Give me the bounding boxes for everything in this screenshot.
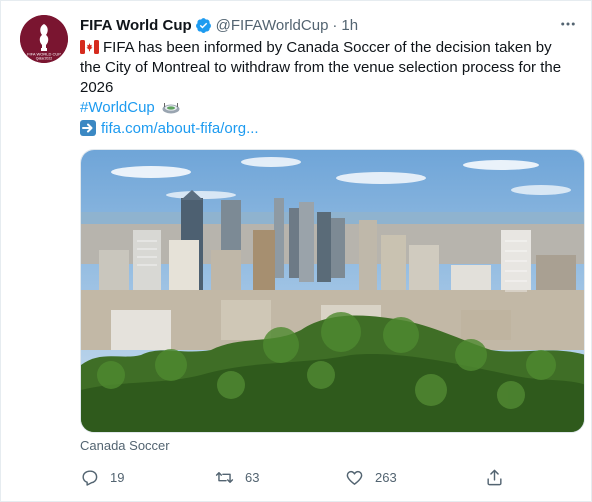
hashtag-link[interactable]: #WorldCup: [80, 99, 155, 116]
tweet-header: FIFA World Cup @FIFAWorldCup · 1h: [80, 14, 577, 36]
reply-icon: [82, 469, 98, 486]
like-icon: [346, 470, 363, 485]
tweet-timestamp[interactable]: 1h: [341, 17, 358, 34]
share-button[interactable]: [485, 463, 504, 491]
verified-icon: [195, 17, 211, 33]
avatar-subtext: Qatar2022: [36, 57, 53, 61]
like-button[interactable]: 263: [345, 463, 397, 491]
avatar[interactable]: FIFA WORLD CUP Qatar2022: [20, 15, 68, 63]
retweet-icon: [215, 471, 234, 483]
external-link[interactable]: fifa.com/about-fifa/org...: [101, 120, 259, 137]
more-icon: [561, 22, 575, 26]
fifa-logo-icon: FIFA WORLD CUP Qatar2022: [20, 15, 68, 63]
retweet-button[interactable]: 63: [215, 463, 259, 491]
more-options-button[interactable]: [557, 13, 579, 35]
like-count: 263: [375, 469, 397, 485]
share-icon: [487, 469, 502, 485]
author-handle[interactable]: @FIFAWorldCup: [216, 17, 329, 34]
media-caption: Canada Soccer: [80, 438, 170, 453]
header-separator: ·: [332, 16, 338, 34]
tweet-media-image[interactable]: [80, 149, 585, 433]
tweet-body: FIFA has been informed by Canada Soccer …: [80, 38, 576, 118]
tweet-actions: 19 63 263: [80, 463, 510, 491]
canada-flag-icon: [80, 40, 99, 54]
reply-button[interactable]: 19: [80, 463, 124, 491]
stadium-icon: [162, 103, 180, 114]
tweet-card[interactable]: FIFA WORLD CUP Qatar2022 FIFA World Cup …: [0, 0, 592, 502]
retweet-count: 63: [245, 469, 260, 485]
arrow-right-icon: [80, 120, 96, 136]
tweet-text: FIFA has been informed by Canada Soccer …: [80, 39, 562, 96]
author-name[interactable]: FIFA World Cup: [80, 17, 192, 34]
reply-count: 19: [110, 469, 125, 485]
montreal-skyline-photo: [81, 150, 584, 432]
external-link-row[interactable]: fifa.com/about-fifa/org...: [80, 118, 259, 138]
